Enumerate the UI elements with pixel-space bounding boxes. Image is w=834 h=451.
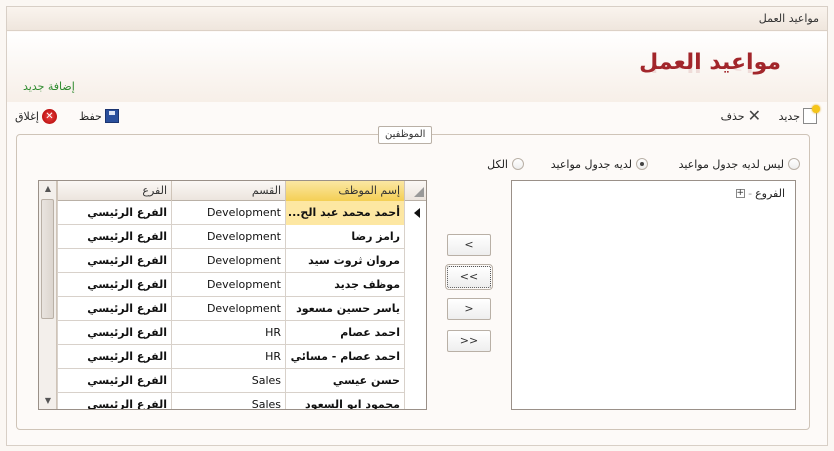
table-row[interactable]: الفرع الرئيسي HR احمد عصام - مسائي	[57, 345, 426, 369]
row-indicator	[404, 345, 426, 369]
add-one-button[interactable]: <	[447, 234, 491, 256]
scroll-thumb[interactable]	[41, 199, 54, 319]
row-indicator	[404, 297, 426, 321]
cell-branch: الفرع الرئيسي	[57, 393, 171, 409]
cell-branch: الفرع الرئيسي	[57, 369, 171, 393]
close-icon: ✕	[41, 108, 57, 124]
scroll-up-icon[interactable]: ▲	[39, 181, 57, 197]
cell-name: حسن عيسي	[285, 369, 404, 393]
branches-tree[interactable]: الفروع - +	[511, 180, 796, 410]
cell-name: احمد عصام	[285, 321, 404, 345]
grid-body: الفرع الرئيسي Development أحمد محمد عبد …	[57, 201, 426, 409]
close-button[interactable]: ✕ إغلاق	[15, 106, 57, 126]
table-row[interactable]: الفرع الرئيسي Development موظف جديد	[57, 273, 426, 297]
table-row[interactable]: الفرع الرئيسي Sales محمود ابو السعود	[57, 393, 426, 409]
row-indicator	[404, 393, 426, 409]
table-row[interactable]: الفرع الرئيسي Development رامز رضا	[57, 225, 426, 249]
filter-has-schedule[interactable]: لديه جدول مواعيد	[551, 155, 648, 173]
cell-branch: الفرع الرئيسي	[57, 345, 171, 369]
cell-branch: الفرع الرئيسي	[57, 297, 171, 321]
close-button-label: إغلاق	[15, 109, 39, 123]
row-indicator	[404, 321, 426, 345]
cell-name: موظف جديد	[285, 273, 404, 297]
tree-node-label: الفروع	[755, 187, 785, 200]
window-title: مواعيد العمل	[758, 12, 819, 25]
cell-name: أحمد محمد عبد الح...	[285, 201, 404, 225]
select-all-corner[interactable]	[404, 181, 426, 201]
table-row[interactable]: الفرع الرئيسي Development مروان ثروت سيد	[57, 249, 426, 273]
table-row[interactable]: الفرع الرئيسي Development ياسر حسين مسعو…	[57, 297, 426, 321]
expand-icon[interactable]: +	[736, 189, 746, 198]
save-button-label: حفظ	[79, 109, 102, 123]
cell-branch: الفرع الرئيسي	[57, 201, 171, 225]
row-indicator	[404, 249, 426, 273]
delete-x-icon: ✕	[747, 106, 761, 125]
filter-all-label: الكل	[487, 157, 508, 171]
page-header: مواعيد العمل مواعيد العمل إضافة جديد	[7, 32, 827, 102]
tree-node-branches[interactable]: الفروع - +	[736, 187, 785, 200]
new-button[interactable]: جديد	[778, 105, 820, 126]
page-title-reflection: مواعيد العمل	[639, 67, 781, 74]
row-indicator	[404, 225, 426, 249]
cell-dept: Development	[171, 297, 285, 321]
remove-all-button[interactable]: >>	[447, 330, 491, 352]
tree-connector: -	[748, 187, 753, 200]
radio-no-schedule[interactable]	[788, 158, 800, 170]
cell-dept: Development	[171, 273, 285, 297]
scroll-down-icon[interactable]: ▼	[39, 393, 57, 409]
column-header-branch[interactable]: الفرع	[57, 181, 171, 201]
filter-has-schedule-label: لديه جدول مواعيد	[550, 157, 632, 171]
cell-branch: الفرع الرئيسي	[57, 321, 171, 345]
column-header-dept[interactable]: القسم	[171, 181, 285, 201]
grid-scrollbar[interactable]: ▲ ▼	[39, 181, 57, 409]
cell-branch: الفرع الرئيسي	[57, 273, 171, 297]
table-row[interactable]: الفرع الرئيسي Sales حسن عيسي	[57, 369, 426, 393]
cell-dept: Sales	[171, 393, 285, 409]
save-button[interactable]: حفظ	[79, 106, 119, 126]
cell-name: رامز رضا	[285, 225, 404, 249]
row-indicator-icon	[404, 201, 426, 225]
remove-one-button[interactable]: >	[447, 298, 491, 320]
new-document-icon	[803, 105, 820, 124]
table-row[interactable]: الفرع الرئيسي Development أحمد محمد عبد …	[57, 201, 426, 225]
cell-name: احمد عصام - مسائي	[285, 345, 404, 369]
filter-no-schedule-label: ليس لديه جدول مواعيد	[678, 157, 784, 171]
radio-has-schedule[interactable]	[636, 158, 648, 170]
grid-header: الفرع القسم إسم الموظف	[57, 181, 426, 201]
cell-dept: Development	[171, 201, 285, 225]
column-header-name[interactable]: إسم الموظف	[285, 181, 404, 201]
new-button-label: جديد	[778, 109, 800, 123]
cell-name: ياسر حسين مسعود	[285, 297, 404, 321]
table-row[interactable]: الفرع الرئيسي HR احمد عصام	[57, 321, 426, 345]
delete-button[interactable]: ✕ حذف	[721, 106, 761, 126]
employees-grid[interactable]: ▲ ▼ الفرع القسم إسم الموظف الفرع الرئيسي…	[38, 180, 427, 410]
cell-dept: Development	[171, 225, 285, 249]
save-disk-icon	[104, 109, 119, 123]
cell-name: مروان ثروت سيد	[285, 249, 404, 273]
cell-dept: HR	[171, 345, 285, 369]
add-all-button[interactable]: <<	[445, 264, 493, 290]
add-new-link[interactable]: إضافة جديد	[23, 80, 75, 93]
employees-group-legend: الموظفين	[378, 126, 433, 144]
cell-dept: HR	[171, 321, 285, 345]
cell-name: محمود ابو السعود	[285, 393, 404, 409]
cell-dept: Development	[171, 249, 285, 273]
row-indicator	[404, 369, 426, 393]
cell-dept: Sales	[171, 369, 285, 393]
filter-no-schedule[interactable]: ليس لديه جدول مواعيد	[679, 155, 800, 173]
radio-all[interactable]	[512, 158, 524, 170]
window-titlebar: مواعيد العمل	[7, 7, 827, 31]
delete-button-label: حذف	[720, 109, 745, 123]
row-indicator	[404, 273, 426, 297]
filter-all[interactable]: الكل	[487, 155, 524, 173]
cell-branch: الفرع الرئيسي	[57, 225, 171, 249]
cell-branch: الفرع الرئيسي	[57, 249, 171, 273]
